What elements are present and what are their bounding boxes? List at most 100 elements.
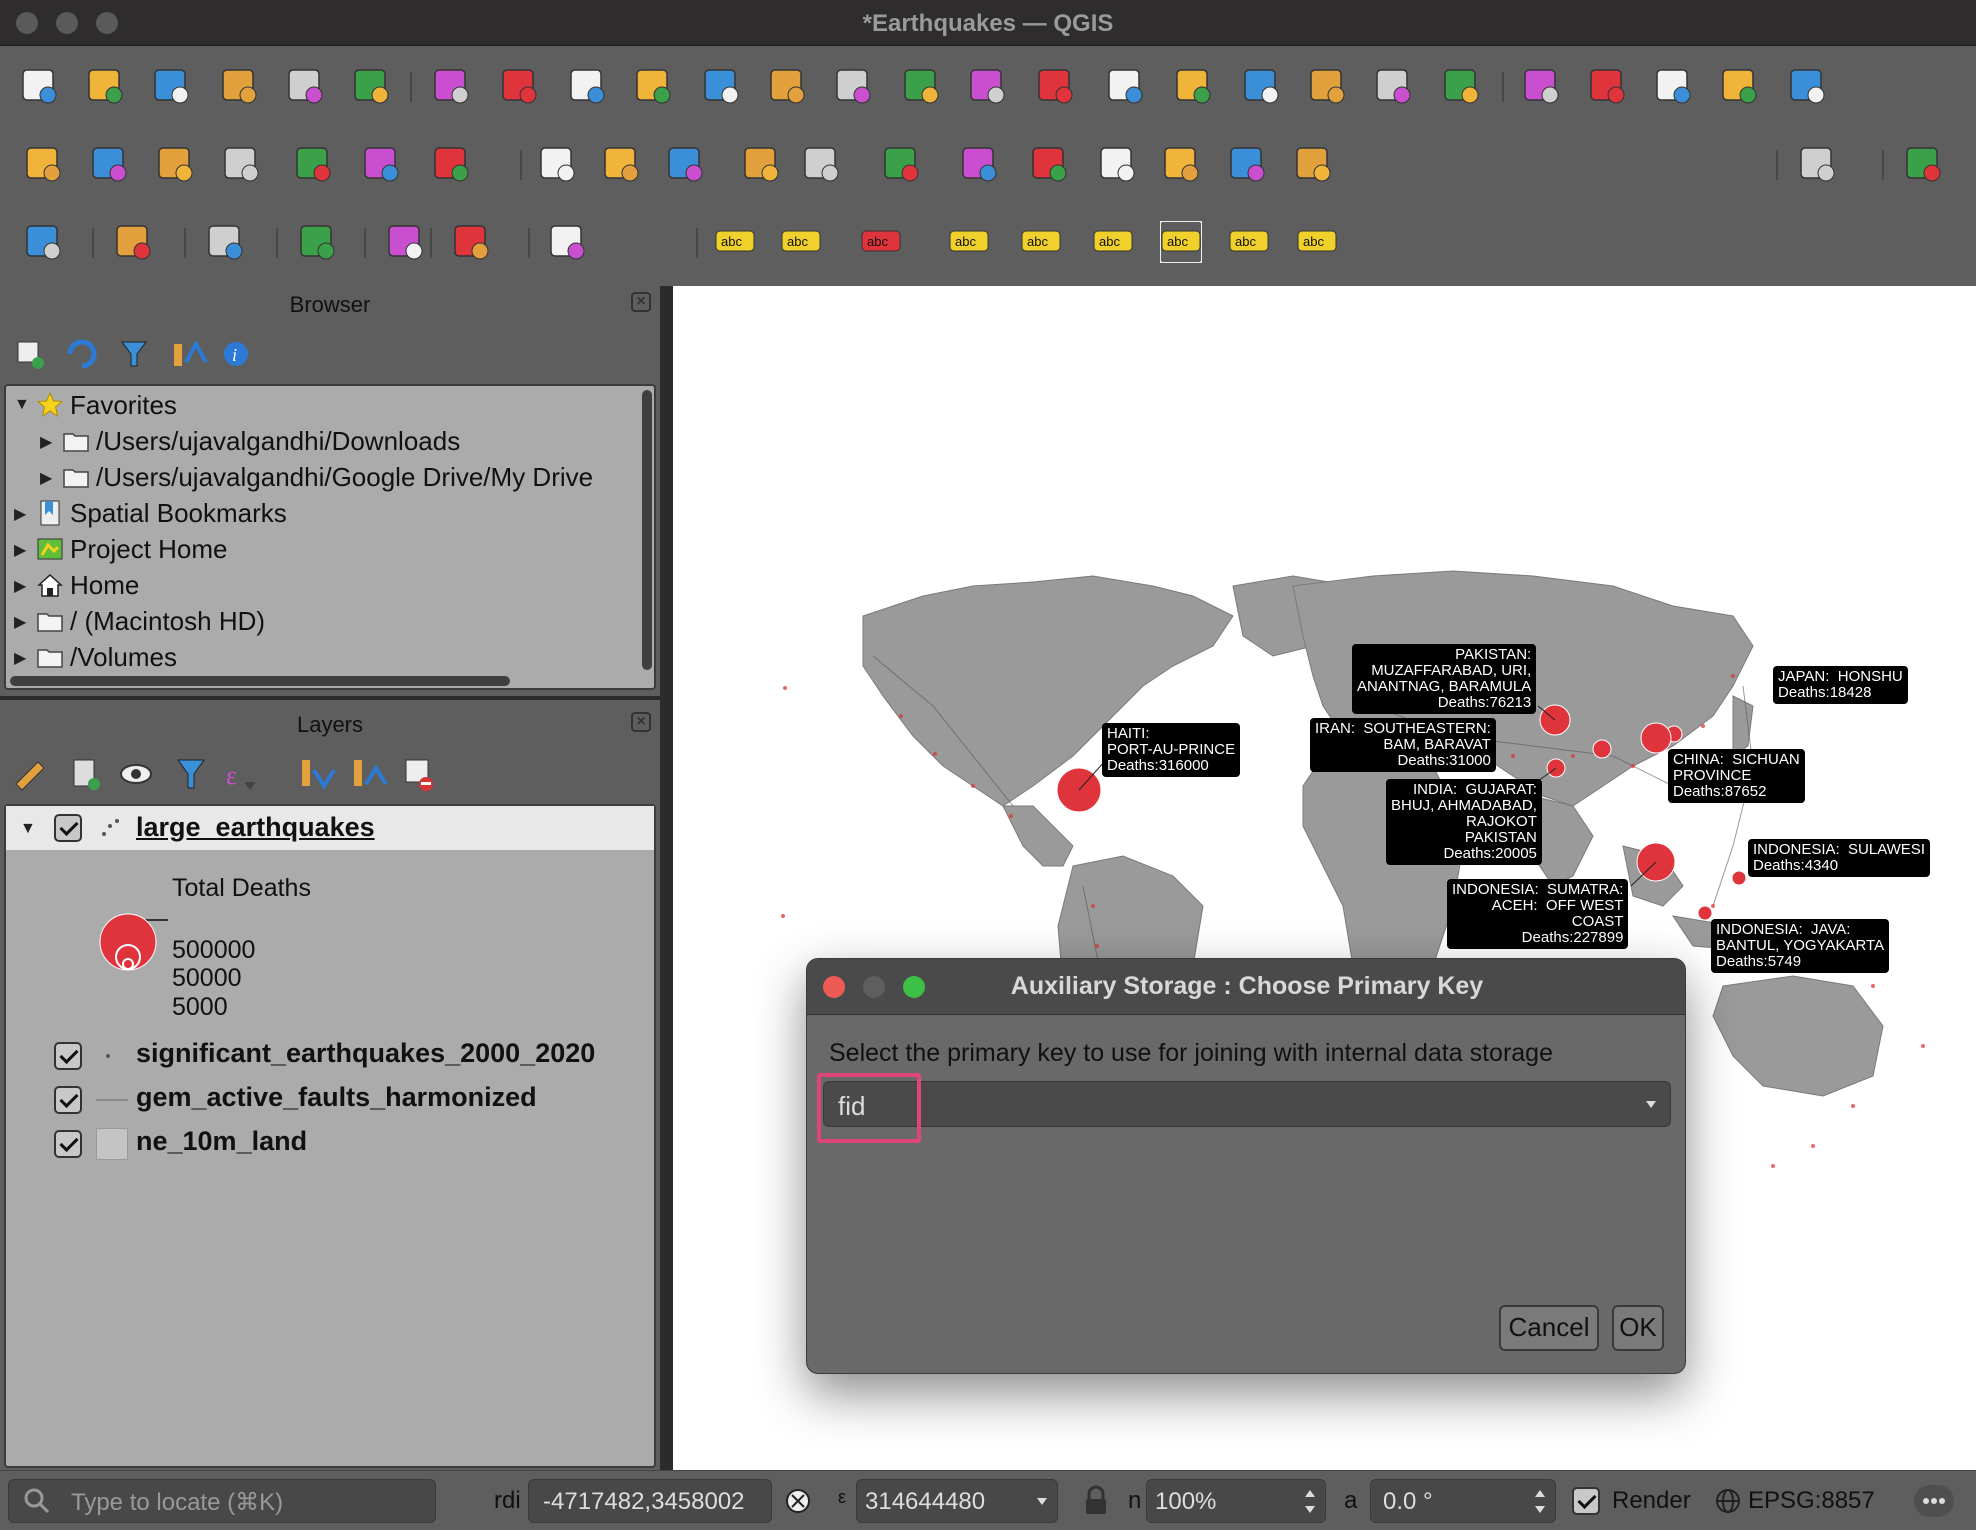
coordinate-input[interactable]: -4717482,3458002: [528, 1479, 772, 1523]
expand-arrow-right-icon[interactable]: ▶: [14, 540, 26, 560]
extents-toggle-icon[interactable]: [782, 1485, 814, 1517]
browser-vertical-scrollbar[interactable]: [642, 390, 652, 670]
browser-item[interactable]: ▶ Project Home: [6, 532, 646, 568]
crs-label[interactable]: EPSG:8857: [1748, 1487, 1875, 1515]
layer-name-active-faults[interactable]: gem_active_faults_harmonized: [136, 1082, 537, 1113]
identify-features-icon[interactable]: [1520, 65, 1562, 107]
magnifier-spinbox[interactable]: 100%: [1146, 1479, 1326, 1523]
crs-globe-icon[interactable]: [1714, 1487, 1742, 1515]
pan-to-selection-icon[interactable]: [498, 65, 540, 107]
statistics-sigma-icon[interactable]: [1718, 65, 1760, 107]
browser-item[interactable]: ▶ Spatial Bookmarks: [6, 496, 646, 532]
settings-icon[interactable]: [1652, 65, 1694, 107]
spin-down-icon[interactable]: [1305, 1506, 1315, 1513]
zoom-full-icon[interactable]: [700, 65, 742, 107]
new-project-icon[interactable]: [18, 65, 60, 107]
primary-key-select[interactable]: fid: [823, 1081, 1671, 1127]
zoom-in-icon[interactable]: [566, 65, 608, 107]
expand-arrow-right-icon[interactable]: ▶: [14, 504, 26, 524]
cut-features-icon[interactable]: [1028, 143, 1070, 185]
spin-up-icon[interactable]: [1535, 1490, 1545, 1497]
highlight-pinned-labels-icon[interactable]: abc: [948, 221, 990, 263]
browser-item[interactable]: ▶ /Users/ujavalgandhi/Downloads: [6, 424, 646, 460]
change-label-icon[interactable]: abc: [1296, 221, 1338, 263]
select-features-icon[interactable]: [22, 221, 64, 263]
rotation-spinbox[interactable]: 0.0 °: [1370, 1479, 1556, 1523]
browser-item[interactable]: ▶ /Volumes: [6, 640, 646, 676]
zoom-native-icon[interactable]: [900, 65, 942, 107]
measure-line-icon[interactable]: [384, 221, 426, 263]
expand-arrow-right-icon[interactable]: ▶: [14, 612, 26, 632]
new-temporary-scratch-layer-icon[interactable]: [220, 143, 262, 185]
new-geopackage-layer-icon[interactable]: [88, 143, 130, 185]
new-mesh-layer-icon[interactable]: [360, 143, 402, 185]
copy-features-icon[interactable]: [1096, 143, 1138, 185]
zoom-to-selection-icon[interactable]: [766, 65, 808, 107]
deselect-all-icon[interactable]: [204, 221, 246, 263]
collapse-arrow-icon[interactable]: ▼: [20, 820, 36, 838]
layer-name-significant-earthquakes[interactable]: significant_earthquakes_2000_2020: [136, 1038, 595, 1069]
style-manager-icon[interactable]: [350, 65, 392, 107]
new-virtual-layer-icon[interactable]: [292, 143, 334, 185]
layer-diagram-icon[interactable]: abc: [860, 221, 902, 263]
current-edits-icon[interactable]: [536, 143, 578, 185]
toggle-editing-icon[interactable]: [600, 143, 642, 185]
zoom-to-layer-icon[interactable]: [832, 65, 874, 107]
render-checkbox[interactable]: [1572, 1487, 1600, 1515]
pin-unpin-labels-icon[interactable]: abc: [1020, 221, 1062, 263]
help-icon[interactable]: [1902, 143, 1944, 185]
new-shapefile-layer-icon[interactable]: [154, 143, 196, 185]
scale-combobox[interactable]: 314644480: [856, 1479, 1058, 1523]
layer-labeling-icon[interactable]: abc: [780, 221, 822, 263]
identify-icon[interactable]: [450, 221, 492, 263]
new-bookmark-icon[interactable]: [1240, 65, 1282, 107]
layer-name-ne-10m-land[interactable]: ne_10m_land: [136, 1126, 307, 1157]
rotate-label-icon[interactable]: abc: [1228, 221, 1270, 263]
locator-search-input[interactable]: Type to locate (⌘K): [8, 1479, 436, 1523]
expand-arrow-right-icon[interactable]: ▶: [14, 576, 26, 596]
label-toolbar-icon[interactable]: abc: [714, 221, 756, 263]
browser-item[interactable]: ▶ Home: [6, 568, 646, 604]
expand-arrow-right-icon[interactable]: ▶: [14, 648, 26, 668]
select-by-value-icon[interactable]: [112, 221, 154, 263]
messages-icon[interactable]: [1914, 1485, 1954, 1517]
save-project-icon[interactable]: [150, 65, 192, 107]
new-3d-map-view-icon[interactable]: [1172, 65, 1214, 107]
expand-arrow-down-icon[interactable]: ▼: [14, 396, 30, 414]
cancel-button[interactable]: Cancel: [1499, 1305, 1599, 1351]
modify-attributes-icon[interactable]: [880, 143, 922, 185]
lock-scale-icon[interactable]: [1082, 1485, 1110, 1517]
expand-arrow-right-icon[interactable]: ▶: [40, 468, 52, 488]
new-print-layout-icon[interactable]: [218, 65, 260, 107]
delete-selected-icon[interactable]: [958, 143, 1000, 185]
layer-checkbox-large-earthquakes[interactable]: [54, 814, 82, 842]
layer-checkbox-ne-10m-land[interactable]: [54, 1130, 82, 1158]
browser-item[interactable]: ▶ /Users/ujavalgandhi/Google Drive/My Dri…: [6, 460, 646, 496]
redo-icon[interactable]: [1292, 143, 1334, 185]
browser-item[interactable]: ▶ / (Macintosh HD): [6, 604, 646, 640]
expression-icon[interactable]: [546, 221, 588, 263]
new-map-view-icon[interactable]: [1104, 65, 1146, 107]
select-location-icon[interactable]: [296, 221, 338, 263]
save-layer-edits-icon[interactable]: [664, 143, 706, 185]
layers-close-icon[interactable]: ×: [631, 712, 651, 732]
zoom-last-icon[interactable]: [966, 65, 1008, 107]
temporal-controller-icon[interactable]: [1372, 65, 1414, 107]
browser-item[interactable]: ▼ Favorites: [6, 388, 646, 424]
show-bookmarks-icon[interactable]: [1306, 65, 1348, 107]
attribute-summary-icon[interactable]: [1586, 65, 1628, 107]
layer-checkbox-significant-earthquakes[interactable]: [54, 1042, 82, 1070]
spin-down-icon[interactable]: [1535, 1506, 1545, 1513]
open-project-icon[interactable]: [84, 65, 126, 107]
move-label-icon[interactable]: abc: [1160, 221, 1202, 263]
web-services-icon[interactable]: [1796, 143, 1838, 185]
ok-button[interactable]: OK: [1612, 1305, 1664, 1351]
digitize-vertex-icon[interactable]: [430, 143, 472, 185]
layer-checkbox-active-faults[interactable]: [54, 1086, 82, 1114]
paste-features-icon[interactable]: [1160, 143, 1202, 185]
zoom-out-icon[interactable]: [632, 65, 674, 107]
show-hide-labels-icon[interactable]: abc: [1092, 221, 1134, 263]
layout-manager-icon[interactable]: [284, 65, 326, 107]
browser-close-icon[interactable]: ×: [631, 292, 651, 312]
data-source-manager-icon[interactable]: [22, 143, 64, 185]
